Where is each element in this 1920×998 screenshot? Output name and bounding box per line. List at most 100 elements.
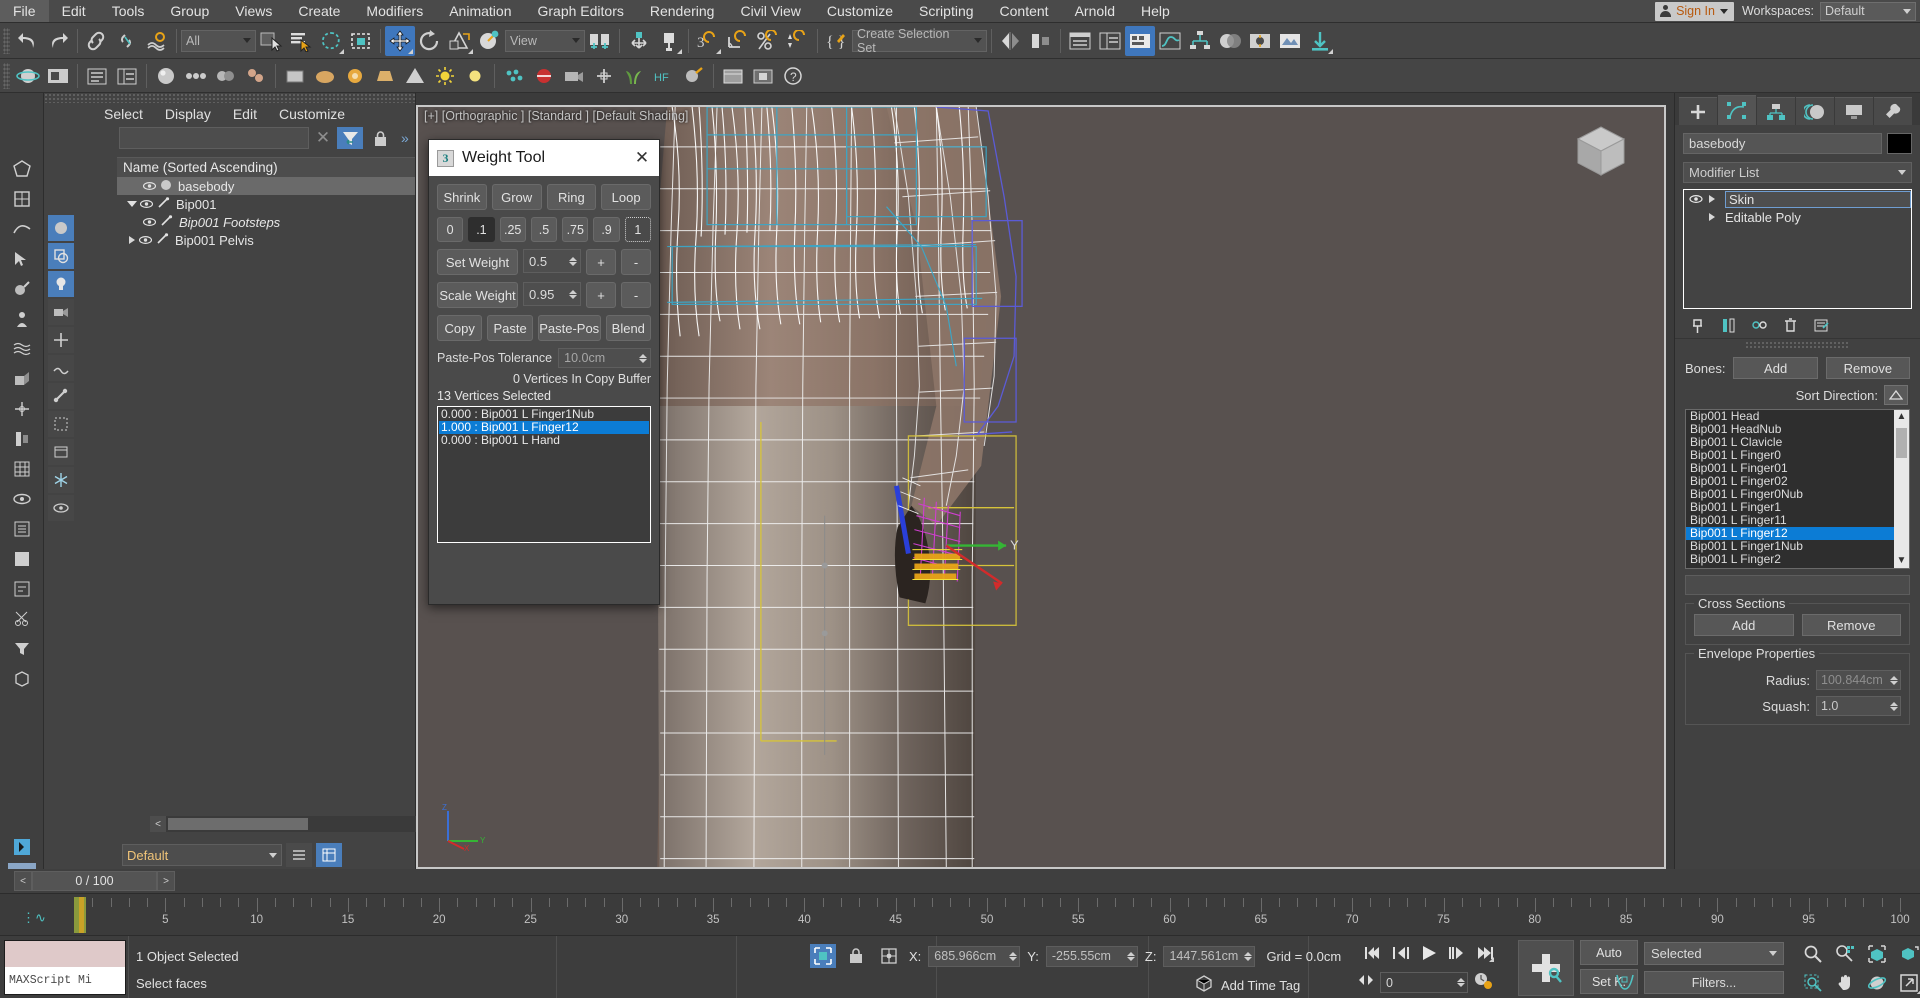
zoom-icon[interactable] xyxy=(1798,940,1828,967)
orbit-icon[interactable] xyxy=(13,61,43,91)
add-time-tag-row[interactable]: Add Time Tag xyxy=(1195,974,1300,997)
spinner-arrows-icon[interactable] xyxy=(1457,978,1465,987)
rendered-frame-window-icon[interactable] xyxy=(1275,26,1305,56)
key-filter-select[interactable]: Selected xyxy=(1644,942,1784,965)
menu-group[interactable]: Group xyxy=(157,0,222,22)
container-icon[interactable] xyxy=(718,61,748,91)
tree-node-bip001-pelvis[interactable]: Bip001 Pelvis xyxy=(117,231,415,249)
modifier-stack[interactable]: Skin Editable Poly xyxy=(1683,189,1912,309)
grow-button[interactable]: Grow xyxy=(492,184,542,210)
toggle-shapes-icon[interactable] xyxy=(48,243,74,269)
menu-customize[interactable]: Customize xyxy=(814,0,906,22)
utilities-tab[interactable] xyxy=(1874,97,1912,125)
scale-weight-button[interactable]: Scale Weight xyxy=(437,282,518,308)
bone-list[interactable]: Bip001 HeadBip001 HeadNubBip001 L Clavic… xyxy=(1685,409,1910,569)
populate-icon[interactable] xyxy=(8,305,36,333)
bones-remove-button[interactable]: Remove xyxy=(1826,357,1910,379)
create-tab[interactable] xyxy=(1679,97,1717,125)
select-object-icon[interactable] xyxy=(256,26,286,56)
mirror-icon[interactable] xyxy=(624,26,654,56)
toggle-xrefs-icon[interactable] xyxy=(48,439,74,465)
panel-resize-grip[interactable] xyxy=(1745,341,1850,349)
scroll-up-icon[interactable]: ▲ xyxy=(1897,410,1907,424)
maxscript-mini-listener[interactable]: MAXScript Mi xyxy=(4,940,126,995)
play-animation-icon[interactable] xyxy=(1416,940,1442,966)
scroll-left-icon[interactable]: < xyxy=(150,816,166,832)
clone-array-icon[interactable] xyxy=(211,61,241,91)
snap-grid-icon[interactable] xyxy=(8,455,36,483)
orbit-view-icon[interactable] xyxy=(1862,969,1892,996)
scroll-thumb[interactable] xyxy=(1896,428,1907,458)
explorer-menu-select[interactable]: Select xyxy=(104,106,143,122)
toggle-space-warps-icon[interactable] xyxy=(48,355,74,381)
blend-button[interactable]: Blend xyxy=(606,315,651,341)
menu-arnold[interactable]: Arnold xyxy=(1062,0,1128,22)
key-tangent-icon[interactable] xyxy=(1614,972,1636,997)
explorer-menu-edit[interactable]: Edit xyxy=(233,106,257,122)
toggle-bones-icon[interactable] xyxy=(48,383,74,409)
menu-rendering[interactable]: Rendering xyxy=(637,0,728,22)
filter-toggle-icon[interactable] xyxy=(337,127,363,149)
layer-properties-icon[interactable] xyxy=(286,843,312,867)
align-objects-icon[interactable] xyxy=(1026,26,1056,56)
placement-tool-icon[interactable] xyxy=(475,26,505,56)
selection-filter-select[interactable]: All xyxy=(181,30,256,52)
particle-pair-icon[interactable] xyxy=(241,61,271,91)
toggle-cameras-icon[interactable] xyxy=(48,299,74,325)
cut-tool-icon[interactable] xyxy=(8,605,36,633)
pivot-icon[interactable] xyxy=(8,395,36,423)
toolbar-grip[interactable] xyxy=(3,28,10,54)
key-filters-button[interactable]: Filters... xyxy=(1644,971,1784,994)
bone-list-item[interactable]: Bip001 L Finger2 xyxy=(1686,553,1909,566)
spinner-arrows-icon[interactable] xyxy=(569,290,577,299)
render-production-icon[interactable] xyxy=(1305,26,1335,56)
camera-icon[interactable] xyxy=(559,61,589,91)
expand-rail-icon[interactable] xyxy=(8,833,36,861)
frame-stepper-icon[interactable] xyxy=(1357,973,1375,992)
time-playhead-marker[interactable] xyxy=(79,897,84,933)
select-and-scale-icon[interactable] xyxy=(445,26,475,56)
layer-manager-icon[interactable] xyxy=(82,61,112,91)
scroll-down-icon[interactable]: ▼ xyxy=(1897,554,1907,568)
modifier-stack-item-skin[interactable]: Skin xyxy=(1684,190,1911,208)
select-and-rotate-icon[interactable] xyxy=(415,26,445,56)
undo-icon[interactable] xyxy=(13,26,43,56)
menu-animation[interactable]: Animation xyxy=(436,0,524,22)
zoom-extents-icon[interactable] xyxy=(1862,940,1892,967)
copy-button[interactable]: Copy xyxy=(437,315,482,341)
current-frame-display[interactable]: 0 / 100 xyxy=(32,871,157,891)
hair-and-fur-icon[interactable]: HF xyxy=(649,61,679,91)
selection-lock-toggle-icon[interactable] xyxy=(810,944,836,968)
spinner-snap-toggle-icon[interactable] xyxy=(783,26,813,56)
snaps-toggle-icon[interactable]: 3 xyxy=(693,26,723,56)
weight-list-item[interactable]: 0.000 : Bip001 L Hand xyxy=(439,434,649,447)
preset-05-button[interactable]: .5 xyxy=(531,217,557,242)
toggle-frozen-icon[interactable] xyxy=(48,467,74,493)
toggle-helpers-icon[interactable] xyxy=(48,327,74,353)
menu-scripting[interactable]: Scripting xyxy=(906,0,986,22)
spinner-arrows-icon[interactable] xyxy=(1890,702,1898,711)
explorer-menu-customize[interactable]: Customize xyxy=(279,106,345,122)
menu-graph-editors[interactable]: Graph Editors xyxy=(524,0,636,22)
paste-pos-button[interactable]: Paste-Pos xyxy=(538,315,601,341)
render-region-icon[interactable] xyxy=(748,61,778,91)
display-tab[interactable] xyxy=(1835,97,1873,125)
spinner-arrows-icon[interactable] xyxy=(639,354,647,363)
more-options-icon[interactable]: » xyxy=(401,130,409,146)
set-weight-spinner[interactable]: 0.5 xyxy=(523,249,581,273)
mirror-geometry-icon[interactable] xyxy=(996,26,1026,56)
track-view-icon[interactable]: ⋮∿ xyxy=(22,910,46,926)
eye-icon[interactable] xyxy=(1689,192,1703,207)
menu-edit[interactable]: Edit xyxy=(49,0,99,22)
spinner-arrows-icon[interactable] xyxy=(1127,952,1135,961)
curve-editor-icon[interactable] xyxy=(1155,26,1185,56)
visibility-eye-icon[interactable] xyxy=(8,485,36,513)
time-configuration-icon[interactable] xyxy=(1473,970,1493,995)
chevron-right-icon[interactable] xyxy=(129,236,135,244)
tree-node-basebody[interactable]: basebody xyxy=(117,177,415,195)
use-pivot-center-icon[interactable] xyxy=(585,26,615,56)
text-lines-icon[interactable] xyxy=(8,575,36,603)
menu-file[interactable]: File xyxy=(0,0,49,22)
toggle-ribbon-icon[interactable] xyxy=(1125,26,1155,56)
previous-key-icon[interactable] xyxy=(1388,940,1414,966)
